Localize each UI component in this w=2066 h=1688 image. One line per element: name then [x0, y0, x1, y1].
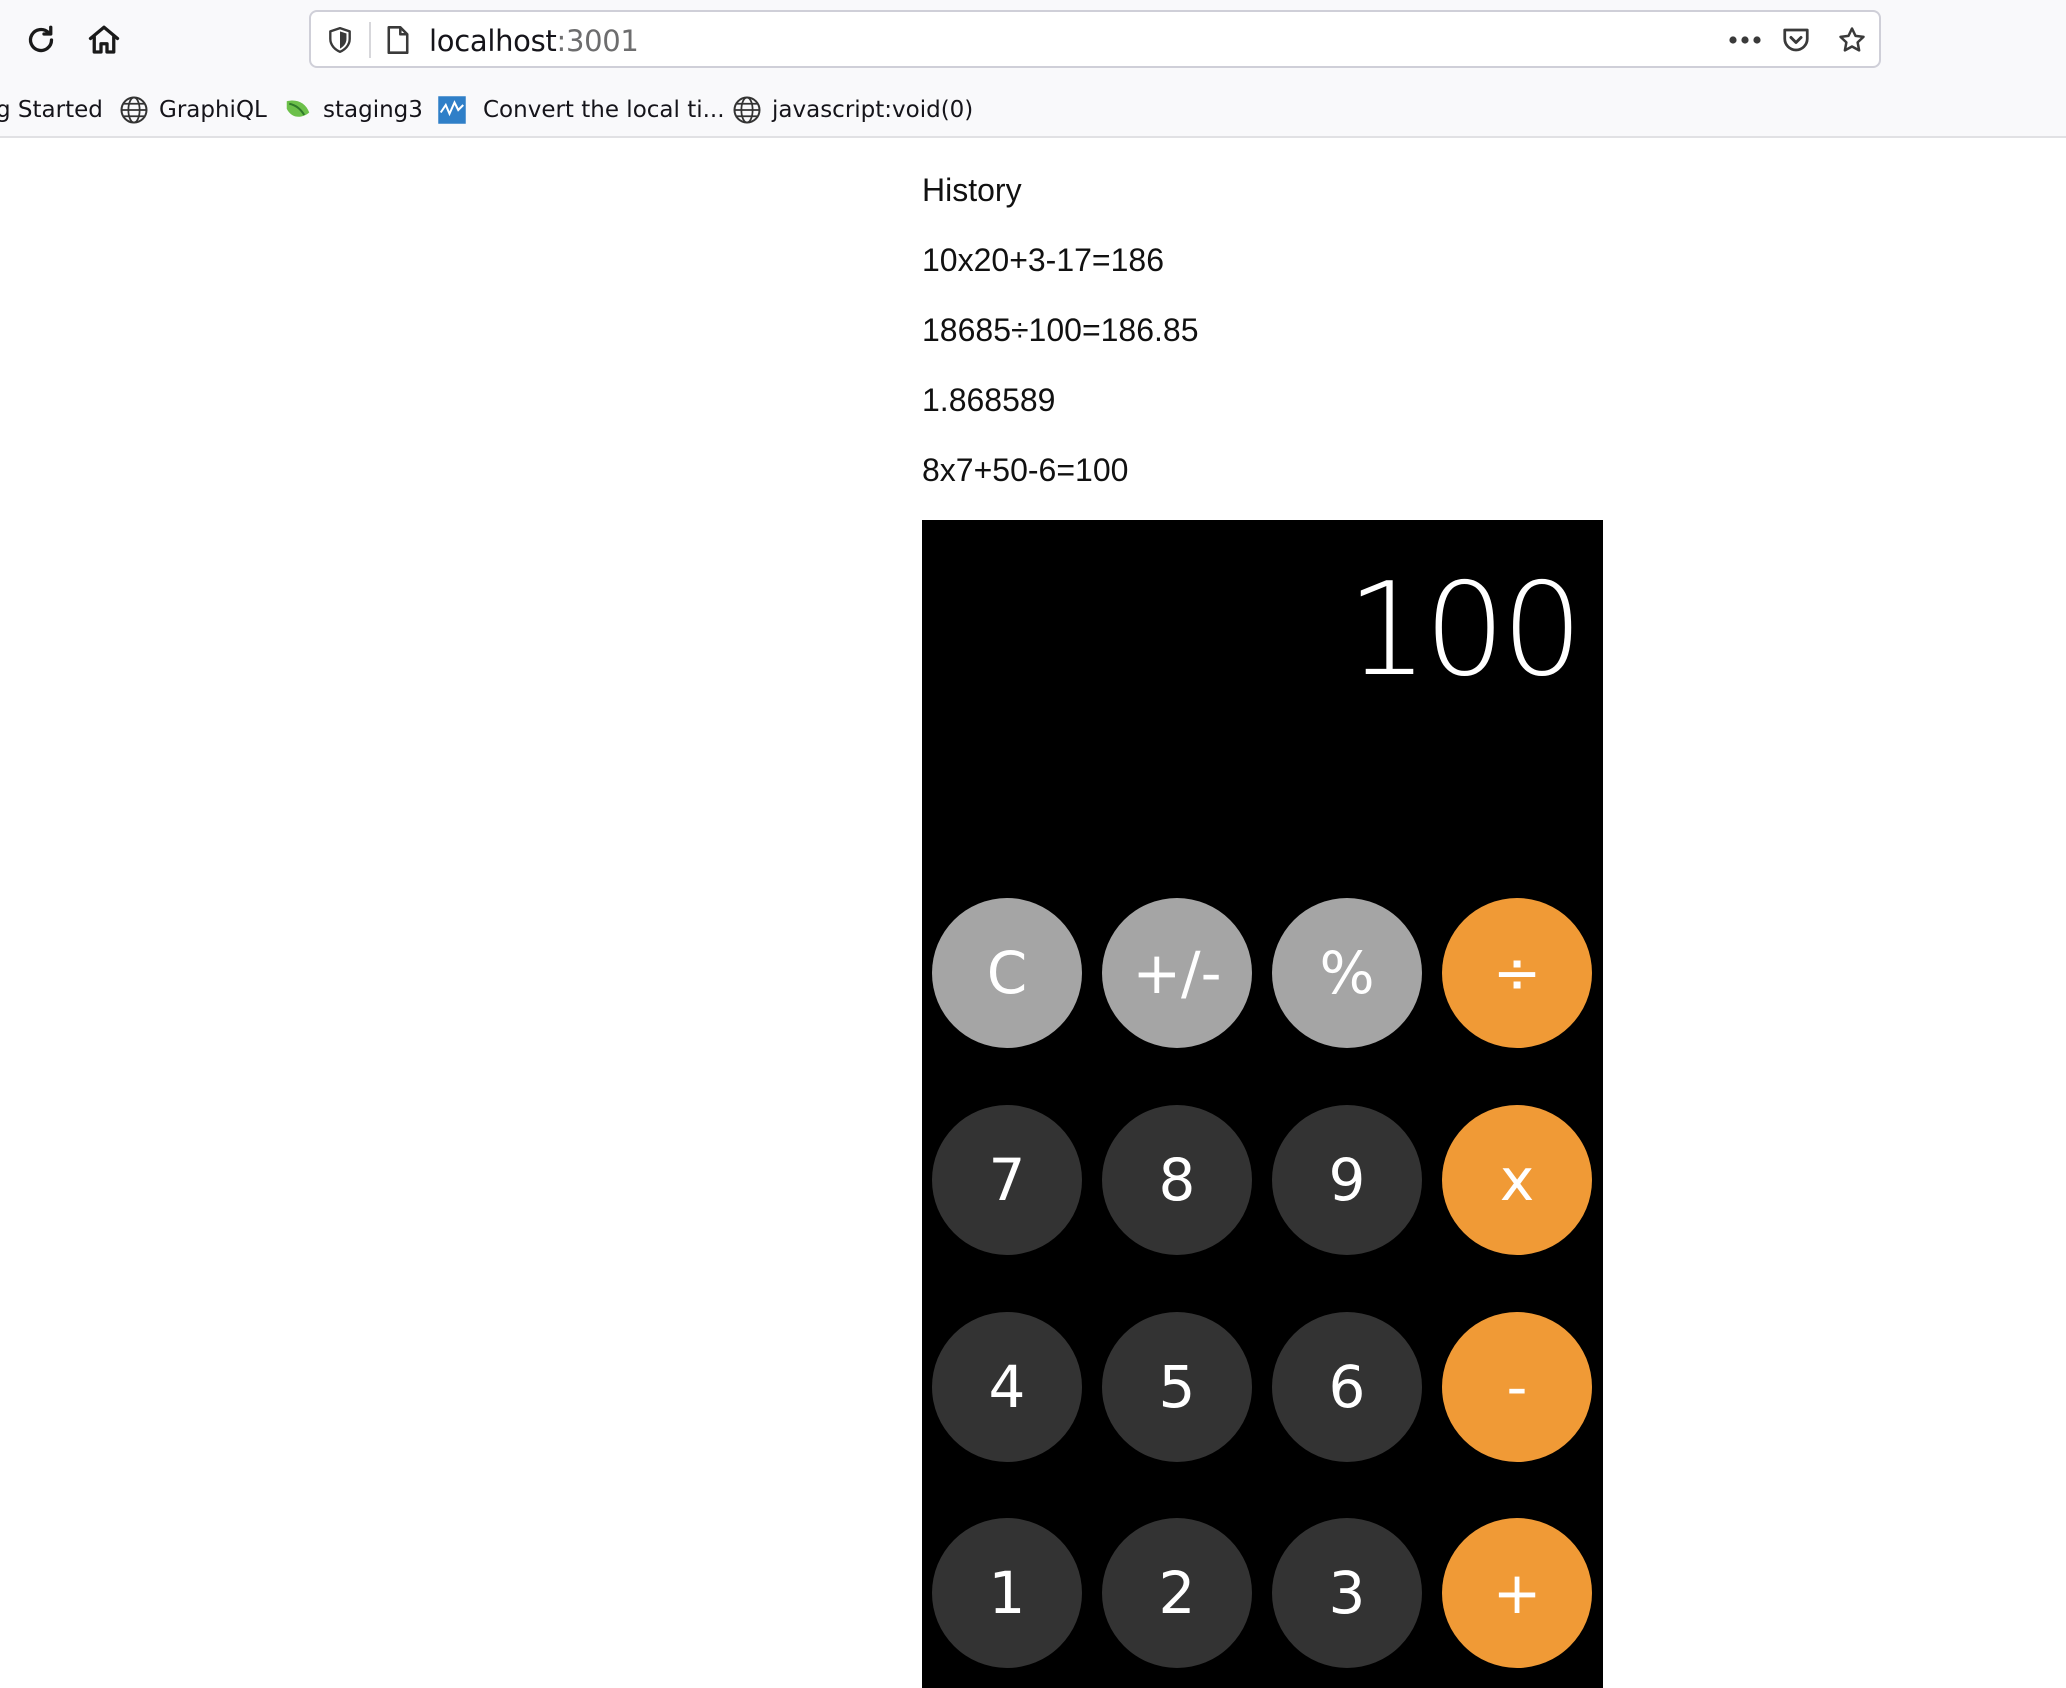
url-text[interactable]: localhost:3001: [429, 24, 639, 58]
history-item: 1.868589: [922, 382, 1056, 418]
history-item: 18685÷100=186.85: [922, 312, 1199, 348]
percent-button[interactable]: %: [1272, 898, 1422, 1048]
divide-button[interactable]: ÷: [1442, 898, 1592, 1048]
digit-1-button[interactable]: 1: [932, 1518, 1082, 1668]
history-item: 8x7+50-6=100: [922, 452, 1129, 488]
home-button[interactable]: [82, 18, 126, 62]
chart-icon: [437, 95, 467, 125]
browser-toolbar: localhost:3001 g Started GraphiQL stagin…: [0, 0, 2066, 138]
url-port: :3001: [556, 24, 639, 58]
bookmark-graphiql[interactable]: GraphiQL: [119, 88, 267, 132]
history-panel: History 10x20+3-17=186 18685÷100=186.85 …: [922, 165, 1199, 490]
bookmark-label: g Started: [0, 97, 103, 123]
digit-4-button[interactable]: 4: [932, 1312, 1082, 1462]
pocket-icon[interactable]: [1781, 25, 1811, 55]
url-separator: [369, 22, 371, 58]
globe-icon: [119, 95, 149, 125]
bookmark-getting-started[interactable]: g Started: [0, 88, 103, 132]
tracking-shield-icon[interactable]: [325, 25, 355, 55]
reload-button[interactable]: [19, 18, 63, 62]
page-actions-icon[interactable]: [1725, 25, 1765, 55]
digit-2-button[interactable]: 2: [1102, 1518, 1252, 1668]
digit-3-button[interactable]: 3: [1272, 1518, 1422, 1668]
subtract-button[interactable]: -: [1442, 1312, 1592, 1462]
home-icon: [88, 25, 120, 54]
bookmark-label: javascript:void(0): [772, 97, 974, 123]
digit-8-button[interactable]: 8: [1102, 1105, 1252, 1255]
digit-5-button[interactable]: 5: [1102, 1312, 1252, 1462]
digit-7-button[interactable]: 7: [932, 1105, 1082, 1255]
bookmark-javascript-void[interactable]: javascript:void(0): [732, 88, 973, 132]
bookmark-staging3[interactable]: staging3: [283, 88, 423, 132]
bookmark-label: staging3: [323, 97, 423, 123]
bookmark-convert-local-time[interactable]: Convert the local ti...: [437, 88, 725, 132]
add-button[interactable]: +: [1442, 1518, 1592, 1668]
multiply-button[interactable]: x: [1442, 1105, 1592, 1255]
history-title: History: [922, 172, 1022, 208]
sign-toggle-button[interactable]: +/-: [1102, 898, 1252, 1048]
history-item: 10x20+3-17=186: [922, 242, 1164, 278]
calculator-display: 100: [1346, 556, 1583, 705]
bookmarks-bar: g Started GraphiQL staging3 Convert the …: [0, 88, 2066, 132]
address-bar[interactable]: localhost:3001: [309, 10, 1881, 68]
leaf-icon: [283, 95, 313, 125]
bookmark-star-icon[interactable]: [1837, 25, 1867, 55]
reload-icon: [28, 25, 54, 53]
bookmark-label: Convert the local ti...: [483, 97, 725, 123]
bookmark-label: GraphiQL: [159, 97, 267, 123]
page-icon[interactable]: [383, 25, 413, 55]
calculator: 100 C +/- % ÷ 7 8 9 x 4 5 6 - 1 2 3 +: [922, 520, 1603, 1688]
digit-6-button[interactable]: 6: [1272, 1312, 1422, 1462]
globe-icon: [732, 95, 762, 125]
clear-button[interactable]: C: [932, 898, 1082, 1048]
digit-9-button[interactable]: 9: [1272, 1105, 1422, 1255]
url-host: localhost: [429, 24, 557, 58]
